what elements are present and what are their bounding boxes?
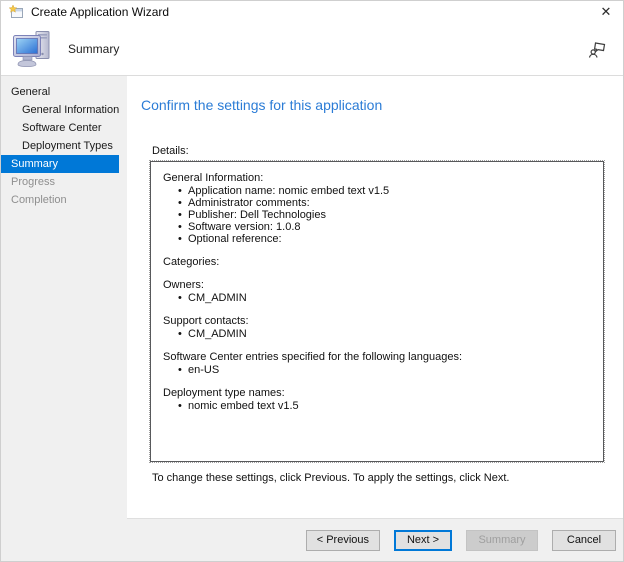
sidebar-nav-item: Completion — [1, 191, 127, 209]
sidebar-nav-item[interactable]: Software Center — [1, 119, 127, 137]
sidebar-nav-item[interactable]: General Information — [1, 101, 127, 119]
details-section-title: Deployment type names: — [163, 387, 591, 399]
sidebar-nav-item[interactable]: General — [1, 83, 127, 101]
details-bullet-list: CM_ADMIN — [163, 292, 591, 304]
wizard-button[interactable]: < Previous — [306, 530, 380, 551]
details-section: General Information: Application name: n… — [163, 172, 591, 245]
create-application-wizard-window: Create Application Wizard ✕ — [0, 0, 624, 562]
details-bullet-item: Administrator comments: — [178, 197, 591, 209]
details-panel: General Information: Application name: n… — [149, 160, 605, 463]
details-section: Deployment type names: nomic embed text … — [163, 387, 591, 412]
summary-content: Confirm the settings for this applicatio… — [127, 76, 623, 518]
details-bullet-item: nomic embed text v1.5 — [178, 400, 591, 412]
details-bullet-item: Software version: 1.0.8 — [178, 221, 591, 233]
wizard-button[interactable]: Cancel — [552, 530, 616, 551]
wizard-button: Summary — [466, 530, 538, 551]
details-section: Software Center entries specified for th… — [163, 351, 591, 376]
details-section: Owners: CM_ADMIN — [163, 279, 591, 304]
wizard-window-icon — [9, 5, 24, 20]
sidebar-nav-item[interactable]: Deployment Types — [1, 137, 127, 155]
window-title: Create Application Wizard — [31, 5, 169, 19]
details-bullet-item: en-US — [178, 364, 591, 376]
titlebar: Create Application Wizard ✕ — [1, 1, 623, 23]
details-bullet-item: CM_ADMIN — [178, 328, 591, 340]
details-section-title: General Information: — [163, 172, 591, 184]
sidebar-nav-item: Progress — [1, 173, 127, 191]
details-section-title: Owners: — [163, 279, 591, 291]
wizard-main-pane: Confirm the settings for this applicatio… — [127, 76, 623, 561]
sidebar-nav-item[interactable]: Summary — [1, 155, 119, 173]
wizard-nav-sidebar: General General Information Software Cen… — [1, 76, 127, 561]
wizard-body: General General Information Software Cen… — [1, 76, 623, 561]
details-text: General Information: Application name: n… — [150, 161, 604, 462]
details-bullet-item: Publisher: Dell Technologies — [178, 209, 591, 221]
button-bar: < Previous Next > Summary Cancel — [127, 518, 623, 561]
details-section: Categories: — [163, 256, 591, 268]
details-bullet-list: CM_ADMIN — [163, 328, 591, 340]
details-bullet-item: CM_ADMIN — [178, 292, 591, 304]
details-section-title: Support contacts: — [163, 315, 591, 327]
details-bullet-list: Application name: nomic embed text v1.5 … — [163, 185, 591, 245]
details-section-title: Categories: — [163, 256, 591, 268]
feedback-icon[interactable] — [588, 40, 607, 59]
details-bullet-list: en-US — [163, 364, 591, 376]
wizard-button[interactable]: Next > — [394, 530, 452, 551]
computer-icon — [11, 30, 55, 68]
details-section: Support contacts: CM_ADMIN — [163, 315, 591, 340]
wizard-header: Summary — [1, 23, 623, 76]
page-title: Confirm the settings for this applicatio… — [141, 97, 605, 113]
instruction-text: To change these settings, click Previous… — [152, 472, 605, 484]
details-bullet-list: nomic embed text v1.5 — [163, 400, 591, 412]
close-button[interactable]: ✕ — [595, 2, 617, 22]
details-bullet-item: Optional reference: — [178, 233, 591, 245]
details-label: Details: — [152, 145, 605, 157]
details-section-title: Software Center entries specified for th… — [163, 351, 591, 363]
details-bullet-item: Application name: nomic embed text v1.5 — [178, 185, 591, 197]
wizard-step-title: Summary — [68, 42, 119, 56]
